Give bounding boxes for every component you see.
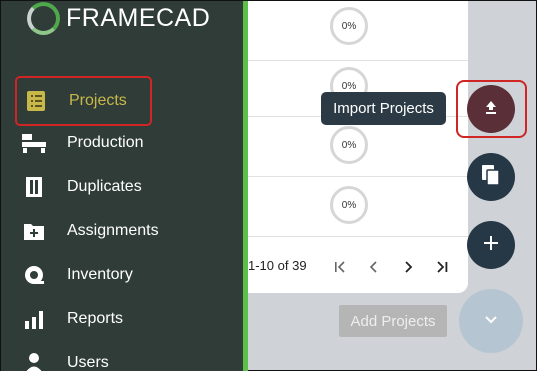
next-page-icon[interactable] bbox=[398, 257, 418, 277]
chevron-down-icon bbox=[484, 312, 498, 330]
sidebar-item-inventory[interactable]: Inventory bbox=[15, 255, 241, 295]
production-icon bbox=[21, 130, 47, 156]
copy-icon bbox=[481, 164, 501, 191]
add-projects-button[interactable]: Add Projects bbox=[339, 305, 447, 337]
sidebar-item-label: Duplicates bbox=[67, 178, 142, 195]
projects-icon bbox=[23, 88, 49, 114]
duplicate-button[interactable] bbox=[467, 153, 515, 201]
sidebar-item-users[interactable]: Users bbox=[15, 343, 241, 371]
sidebar-item-reports[interactable]: Reports bbox=[15, 299, 241, 339]
users-icon bbox=[21, 350, 47, 371]
import-projects-button[interactable] bbox=[467, 85, 515, 133]
table-row[interactable]: 0% bbox=[248, 1, 468, 61]
sidebar-item-label: Assignments bbox=[67, 222, 159, 239]
assignments-icon bbox=[21, 218, 47, 244]
framecad-logo: FRAMECAD bbox=[27, 1, 210, 35]
sidebar-item-assignments[interactable]: Assignments bbox=[15, 211, 241, 251]
progress-circle: 0% bbox=[330, 7, 368, 45]
last-page-icon[interactable] bbox=[432, 257, 452, 277]
sidebar-item-duplicates[interactable]: Duplicates bbox=[15, 167, 241, 207]
upload-icon bbox=[483, 99, 499, 120]
reports-icon bbox=[21, 306, 47, 332]
speed-dial-toggle[interactable] bbox=[459, 289, 523, 353]
import-projects-tooltip: Import Projects bbox=[321, 92, 446, 125]
brand-name: FRAMECAD bbox=[66, 3, 211, 32]
inventory-icon bbox=[21, 262, 47, 288]
sidebar-item-projects[interactable]: Projects bbox=[15, 76, 152, 126]
table-row[interactable]: 0% bbox=[248, 177, 468, 237]
first-page-icon[interactable] bbox=[330, 257, 350, 277]
sidebar-item-label: Projects bbox=[69, 92, 127, 109]
duplicates-icon bbox=[21, 174, 47, 200]
table-row[interactable]: 0% bbox=[248, 117, 468, 177]
sidebar-item-label: Reports bbox=[67, 310, 124, 327]
progress-circle: 0% bbox=[330, 186, 368, 224]
add-button[interactable] bbox=[467, 221, 515, 269]
sidebar-item-label: Users bbox=[67, 354, 109, 371]
sidebar-item-label: Inventory bbox=[67, 266, 133, 283]
previous-page-icon[interactable] bbox=[364, 257, 384, 277]
sidebar: FRAMECAD Projects Production Duplicates … bbox=[1, 1, 248, 371]
progress-circle: 0% bbox=[330, 126, 368, 164]
sidebar-item-production[interactable]: Production bbox=[15, 123, 241, 163]
sidebar-item-label: Production bbox=[67, 134, 144, 151]
pagination-range: 1-10 of 39 bbox=[248, 258, 307, 273]
logo-mark bbox=[27, 1, 60, 35]
plus-icon bbox=[483, 235, 499, 256]
